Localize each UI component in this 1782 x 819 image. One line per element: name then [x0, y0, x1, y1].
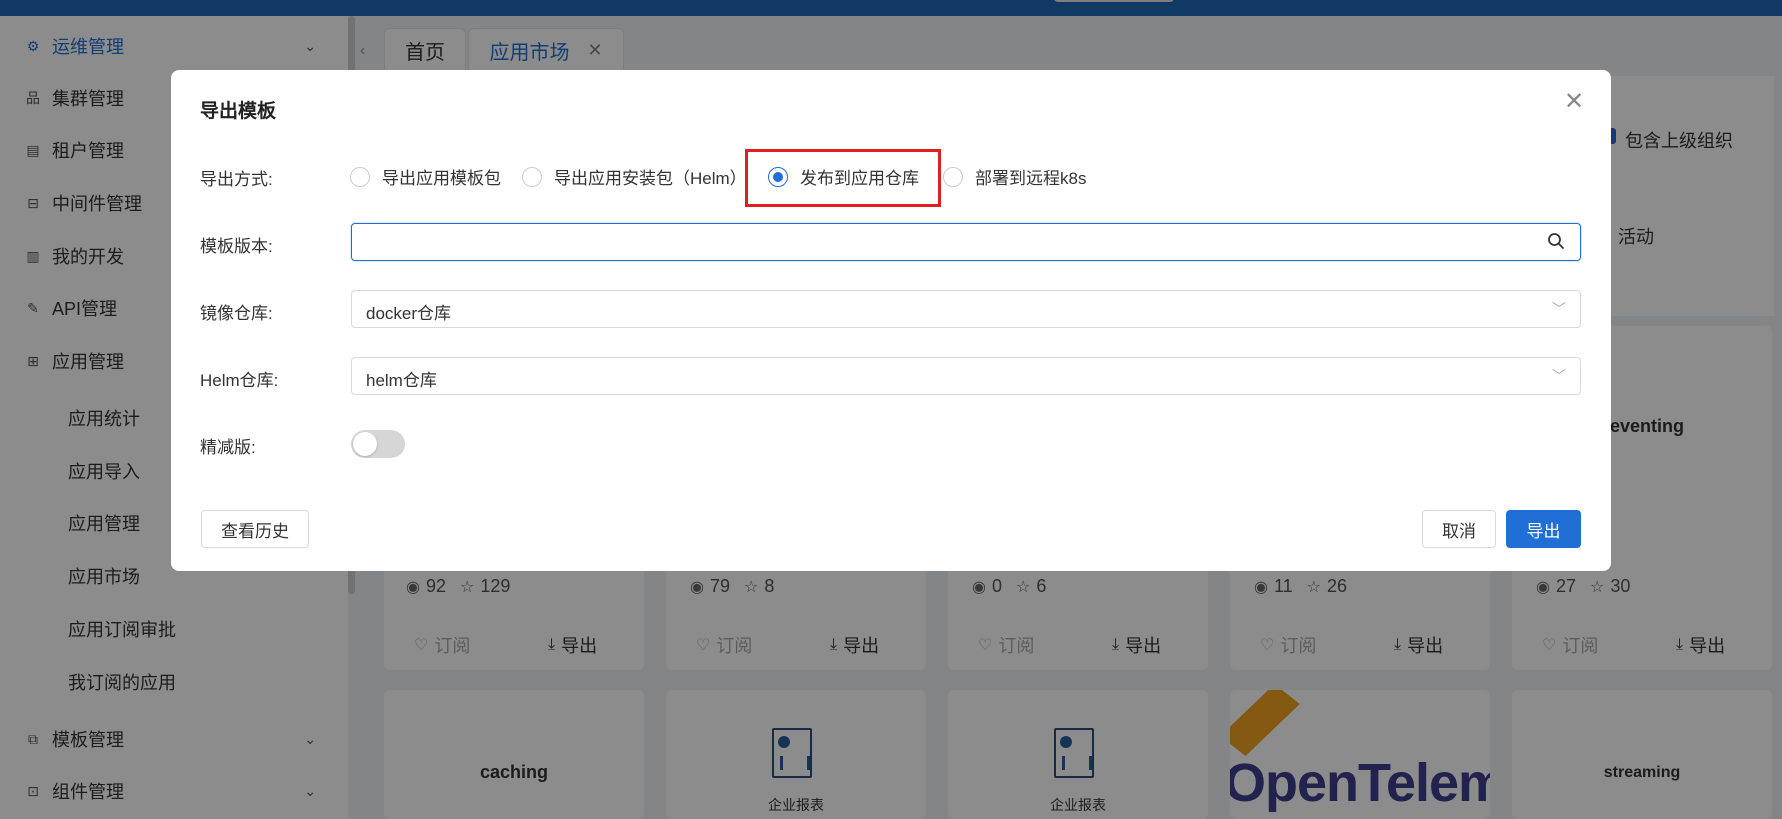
template-version-field[interactable] — [352, 224, 1580, 260]
close-icon[interactable]: ✕ — [1564, 90, 1584, 114]
helm-repo-select[interactable]: helm仓库 ﹀ — [351, 357, 1581, 395]
radio-label: 导出应用安装包（Helm） — [554, 169, 747, 188]
button-label: 查看历史 — [221, 521, 289, 541]
lite-version-toggle[interactable] — [351, 430, 405, 458]
lite-version-label: 精减版: — [200, 438, 256, 457]
radio-export-helm-package[interactable]: 导出应用安装包（Helm） — [522, 164, 747, 189]
chevron-down-icon: ﹀ — [1552, 301, 1566, 317]
button-label: 取消 — [1442, 521, 1476, 541]
select-value: docker仓库 — [366, 304, 452, 323]
radio-circle — [522, 166, 542, 187]
button-label: 导出 — [1526, 521, 1561, 541]
highlight-annotation — [745, 149, 941, 207]
dialog-title: 导出模板 — [200, 101, 277, 122]
toggle-knob — [353, 432, 377, 456]
radio-circle — [943, 166, 963, 187]
view-history-button[interactable]: 查看历史 — [201, 510, 309, 548]
radio-circle — [350, 166, 370, 187]
radio-deploy-remote-k8s[interactable]: 部署到远程k8s — [943, 164, 1086, 189]
cancel-button[interactable]: 取消 — [1422, 510, 1496, 548]
search-icon[interactable] — [1546, 231, 1566, 251]
export-method-label: 导出方式: — [200, 170, 273, 189]
image-repo-label: 镜像仓库: — [200, 304, 273, 323]
image-repo-select[interactable]: docker仓库 ﹀ — [351, 290, 1581, 328]
radio-export-template-package[interactable]: 导出应用模板包 — [350, 164, 501, 189]
radio-label: 部署到远程k8s — [975, 169, 1087, 188]
radio-label: 导出应用模板包 — [382, 169, 501, 188]
helm-repo-label: Helm仓库: — [200, 371, 279, 390]
select-value: helm仓库 — [366, 371, 437, 390]
chevron-down-icon: ﹀ — [1552, 368, 1566, 384]
export-submit-button[interactable]: 导出 — [1506, 510, 1581, 548]
template-version-input[interactable] — [351, 223, 1581, 261]
template-version-label: 模板版本: — [200, 237, 273, 256]
